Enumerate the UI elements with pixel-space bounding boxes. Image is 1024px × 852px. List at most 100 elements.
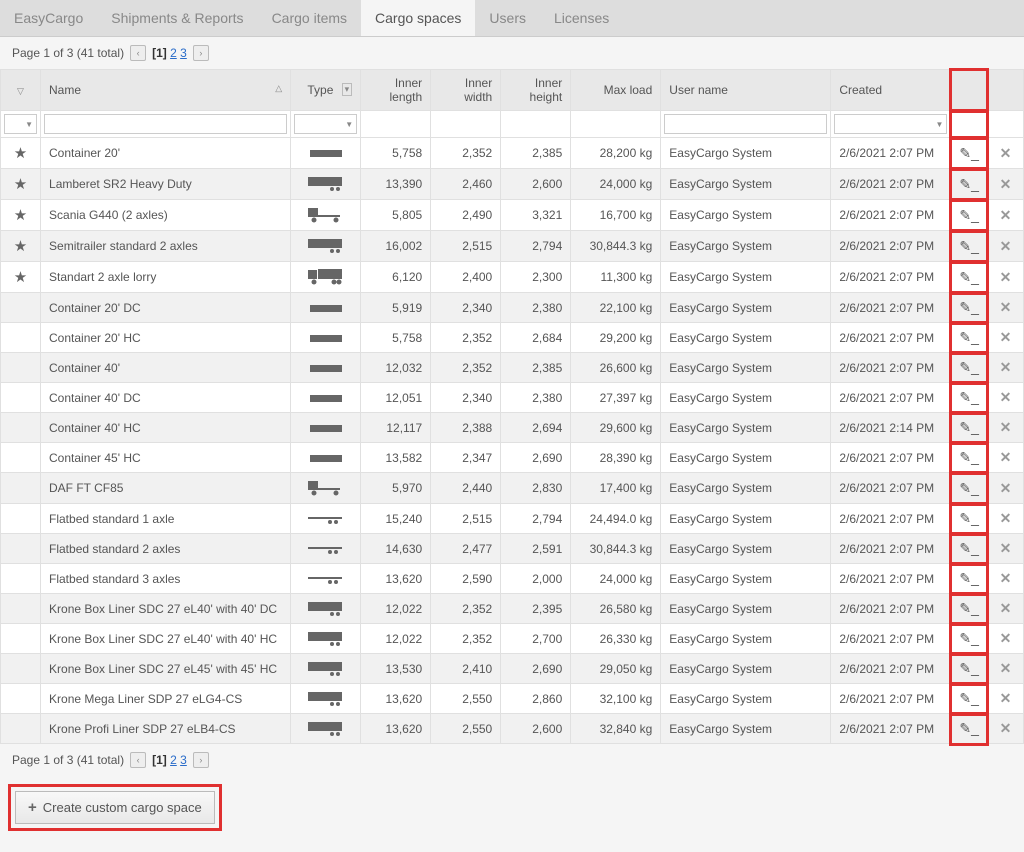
edit-icon[interactable]: ✎_	[959, 419, 979, 435]
delete-icon[interactable]: ✕	[1000, 419, 1012, 435]
delete-icon[interactable]: ✕	[1000, 510, 1012, 526]
edit-icon[interactable]: ✎_	[959, 600, 979, 616]
header-inner-length[interactable]: Inner length	[361, 70, 431, 111]
filter-name-input[interactable]	[44, 114, 287, 134]
edit-icon[interactable]: ✎_	[959, 176, 979, 192]
star-icon[interactable]: ★	[14, 238, 27, 255]
edit-icon[interactable]: ✎_	[959, 359, 979, 375]
header-inner-height[interactable]: Inner height	[501, 70, 571, 111]
edit-icon[interactable]: ✎_	[959, 299, 979, 315]
header-max-load[interactable]: Max load	[571, 70, 661, 111]
edit-icon[interactable]: ✎_	[959, 145, 979, 161]
filter-user-input[interactable]	[664, 114, 827, 134]
delete-icon[interactable]: ✕	[1000, 299, 1012, 315]
header-created[interactable]: Created	[831, 70, 951, 111]
delete-icon[interactable]: ✕	[1000, 329, 1012, 345]
tab-easycargo[interactable]: EasyCargo	[0, 0, 97, 36]
cell-type-icon	[291, 231, 361, 262]
next-page-button[interactable]: ›	[193, 752, 209, 768]
filter-created-select[interactable]: ▼	[834, 114, 947, 134]
delete-icon[interactable]: ✕	[1000, 207, 1012, 223]
delete-icon[interactable]: ✕	[1000, 720, 1012, 736]
prev-page-button[interactable]: ‹	[130, 752, 146, 768]
tab-users[interactable]: Users	[475, 0, 540, 36]
delete-icon[interactable]: ✕	[1000, 690, 1012, 706]
cell-inner-height: 2,860	[501, 684, 571, 714]
page-1: [1]	[152, 753, 167, 767]
tab-licenses[interactable]: Licenses	[540, 0, 623, 36]
cell-max-load: 30,844.3 kg	[571, 231, 661, 262]
delete-icon[interactable]: ✕	[1000, 630, 1012, 646]
cell-name: Flatbed standard 1 axle	[41, 504, 291, 534]
delete-icon[interactable]: ✕	[1000, 480, 1012, 496]
next-page-button[interactable]: ›	[193, 45, 209, 61]
cell-max-load: 24,494.0 kg	[571, 504, 661, 534]
cell-created: 2/6/2021 2:07 PM	[831, 594, 951, 624]
edit-icon[interactable]: ✎_	[959, 540, 979, 556]
header-user-name[interactable]: User name	[661, 70, 831, 111]
delete-icon[interactable]: ✕	[1000, 570, 1012, 586]
edit-icon[interactable]: ✎_	[959, 449, 979, 465]
cell-user: EasyCargo System	[661, 624, 831, 654]
delete-icon[interactable]: ✕	[1000, 145, 1012, 161]
delete-icon[interactable]: ✕	[1000, 600, 1012, 616]
delete-icon[interactable]: ✕	[1000, 540, 1012, 556]
cell-max-load: 30,844.3 kg	[571, 534, 661, 564]
edit-icon[interactable]: ✎_	[959, 690, 979, 706]
edit-icon[interactable]: ✎_	[959, 207, 979, 223]
star-icon[interactable]: ★	[14, 207, 27, 224]
cell-inner-length: 5,758	[361, 138, 431, 169]
edit-icon[interactable]: ✎_	[959, 329, 979, 345]
page-2[interactable]: 2	[170, 753, 177, 767]
page-2[interactable]: 2	[170, 46, 177, 60]
delete-icon[interactable]: ✕	[1000, 389, 1012, 405]
delete-icon[interactable]: ✕	[1000, 660, 1012, 676]
header-favorite[interactable]: ▽	[1, 70, 41, 111]
edit-icon[interactable]: ✎_	[959, 269, 979, 285]
create-custom-cargo-space-button[interactable]: + Create custom cargo space	[15, 791, 215, 824]
delete-icon[interactable]: ✕	[1000, 176, 1012, 192]
edit-icon[interactable]: ✎_	[959, 630, 979, 646]
cell-created: 2/6/2021 2:07 PM	[831, 231, 951, 262]
cell-name: Lamberet SR2 Heavy Duty	[41, 169, 291, 200]
filter-favorite-select[interactable]: ▼	[4, 114, 37, 134]
tab-cargo-spaces[interactable]: Cargo spaces	[361, 0, 475, 36]
edit-icon[interactable]: ✎_	[959, 238, 979, 254]
cell-name: Container 40'	[41, 353, 291, 383]
delete-icon[interactable]: ✕	[1000, 359, 1012, 375]
edit-icon[interactable]: ✎_	[959, 570, 979, 586]
edit-icon[interactable]: ✎_	[959, 660, 979, 676]
header-name[interactable]: Name △	[41, 70, 291, 111]
star-icon[interactable]: ★	[14, 269, 27, 286]
delete-icon[interactable]: ✕	[1000, 449, 1012, 465]
prev-page-button[interactable]: ‹	[130, 45, 146, 61]
tab-cargo-items[interactable]: Cargo items	[258, 0, 361, 36]
header-type[interactable]: Type ▾	[291, 70, 361, 111]
delete-icon[interactable]: ✕	[1000, 238, 1012, 254]
edit-icon[interactable]: ✎_	[959, 510, 979, 526]
cell-user: EasyCargo System	[661, 534, 831, 564]
table-row: Flatbed standard 2 axles14,6302,4772,591…	[1, 534, 1024, 564]
delete-icon[interactable]: ✕	[1000, 269, 1012, 285]
cell-created: 2/6/2021 2:07 PM	[831, 383, 951, 413]
cell-name: Container 40' DC	[41, 383, 291, 413]
edit-icon[interactable]: ✎_	[959, 720, 979, 736]
cell-name: Krone Box Liner SDC 27 eL40' with 40' DC	[41, 594, 291, 624]
tab-shipments-reports[interactable]: Shipments & Reports	[97, 0, 257, 36]
cell-max-load: 24,000 kg	[571, 169, 661, 200]
page-3[interactable]: 3	[180, 46, 187, 60]
cell-type-icon	[291, 353, 361, 383]
filter-type-select[interactable]: ▼	[294, 114, 357, 134]
edit-icon[interactable]: ✎_	[959, 480, 979, 496]
star-icon[interactable]: ★	[14, 145, 27, 162]
cell-user: EasyCargo System	[661, 293, 831, 323]
header-inner-width[interactable]: Inner width	[431, 70, 501, 111]
page-3[interactable]: 3	[180, 753, 187, 767]
cell-inner-length: 16,002	[361, 231, 431, 262]
cell-inner-height: 2,694	[501, 413, 571, 443]
cell-inner-width: 2,352	[431, 594, 501, 624]
cell-inner-width: 2,352	[431, 353, 501, 383]
star-icon[interactable]: ★	[14, 176, 27, 193]
cell-user: EasyCargo System	[661, 654, 831, 684]
edit-icon[interactable]: ✎_	[959, 389, 979, 405]
